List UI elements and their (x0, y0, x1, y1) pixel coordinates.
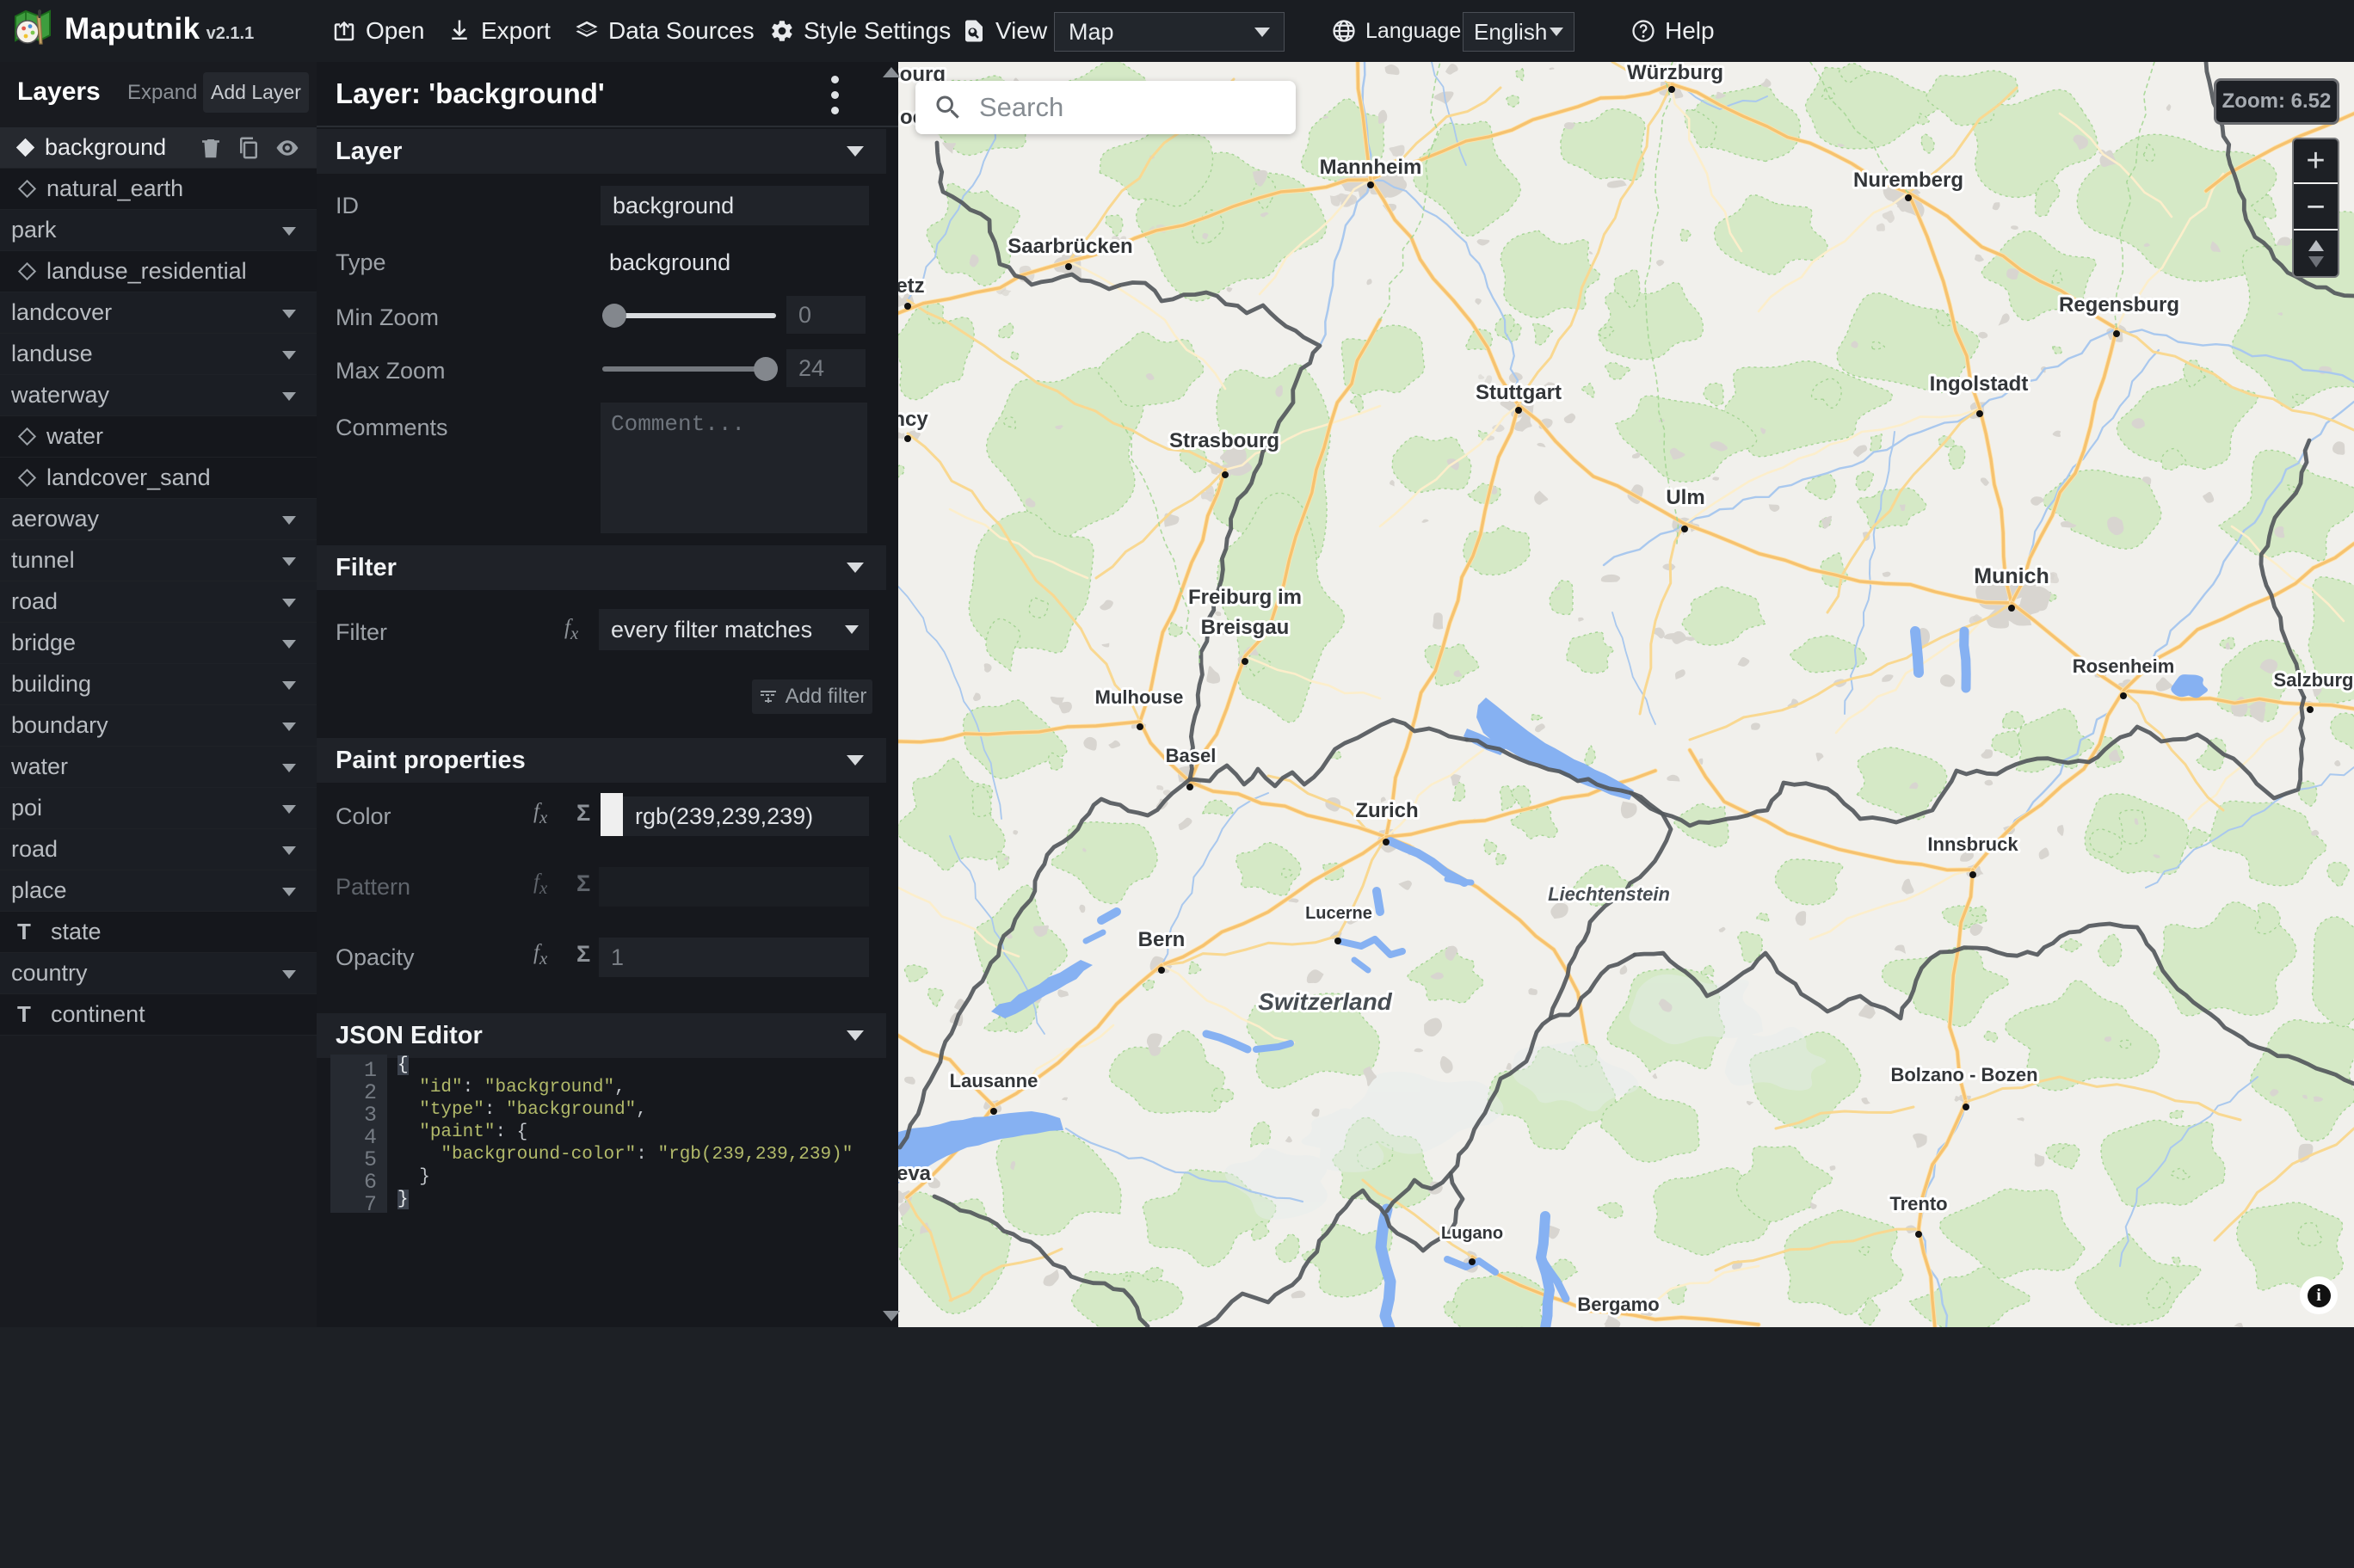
svg-text:Bolzano - Bozen: Bolzano - Bozen (1890, 1064, 2037, 1085)
svg-text:Würzburg: Würzburg (1627, 62, 1723, 84)
svg-text:Salzburg: Salzburg (2274, 669, 2354, 691)
svg-text:Trento: Trento (1889, 1193, 1947, 1214)
svg-text:Ingolstadt: Ingolstadt (1930, 372, 2029, 396)
svg-text:Munich: Munich (1974, 564, 2049, 588)
svg-text:Nuremberg: Nuremberg (1853, 169, 1963, 192)
svg-text:Saarbrücken: Saarbrücken (1008, 235, 1132, 258)
svg-text:Strasbourg: Strasbourg (1169, 429, 1279, 452)
svg-text:Lausanne: Lausanne (950, 1070, 1038, 1091)
svg-text:Bergamo: Bergamo (1577, 1294, 1659, 1315)
svg-text:Mulhouse: Mulhouse (1095, 686, 1184, 708)
svg-text:Stuttgart: Stuttgart (1476, 381, 1562, 404)
svg-text:Freiburg im: Freiburg im (1188, 586, 1302, 609)
svg-text:Innsbruck: Innsbruck (1927, 833, 2018, 855)
svg-text:Basel: Basel (1166, 745, 1217, 766)
svg-text:Switzerland: Switzerland (1258, 988, 1392, 1015)
svg-text:Bern: Bern (1138, 928, 1186, 951)
svg-text:Lugano: Lugano (1441, 1224, 1503, 1243)
svg-text:Regensburg: Regensburg (2059, 293, 2179, 317)
svg-text:Breisgau: Breisgau (1201, 616, 1290, 639)
svg-text:Zurich: Zurich (1355, 799, 1418, 822)
svg-text:eva: eva (898, 1162, 932, 1185)
svg-text:Lucerne: Lucerne (1305, 904, 1372, 923)
svg-text:etz: etz (898, 274, 925, 298)
svg-text:Ulm: Ulm (1666, 486, 1704, 509)
svg-text:Liechtenstein: Liechtenstein (1548, 883, 1670, 905)
svg-text:ncy: ncy (898, 408, 928, 431)
svg-text:Mannheim: Mannheim (1320, 156, 1422, 179)
svg-text:Rosenheim: Rosenheim (2073, 655, 2175, 677)
